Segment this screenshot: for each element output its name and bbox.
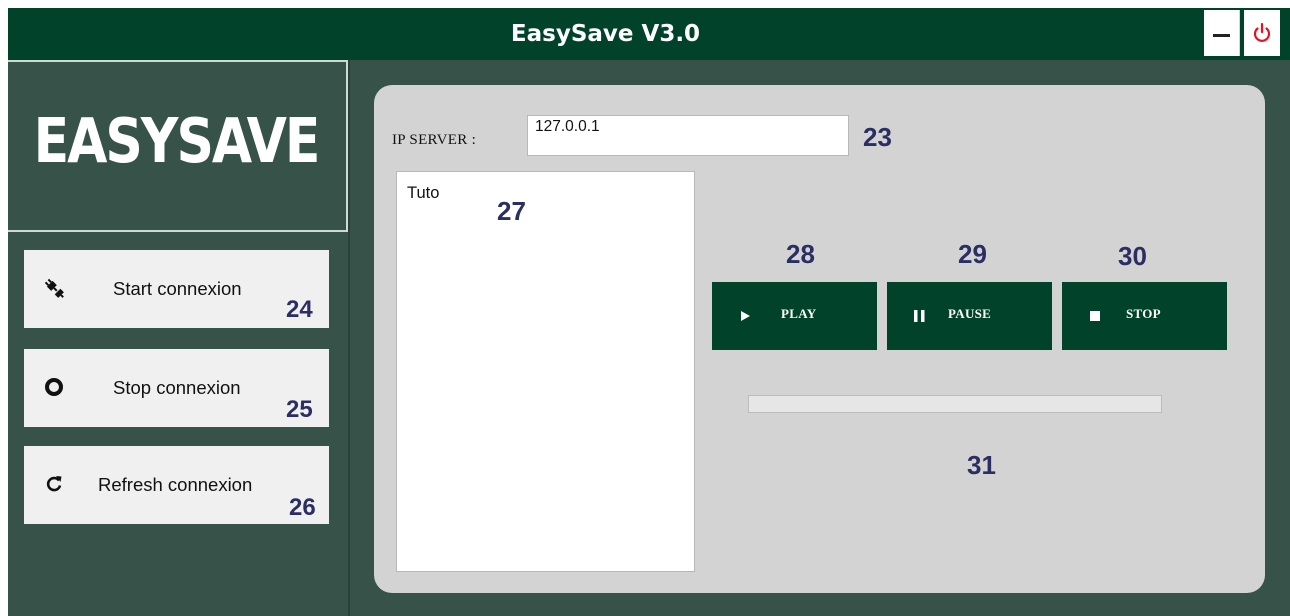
- progress-bar: [748, 395, 1162, 413]
- stop-connexion-label: Stop connexion: [113, 377, 241, 398]
- refresh-connexion-button[interactable]: Refresh connexion 26: [24, 446, 329, 524]
- pause-label: PAUSE: [948, 306, 992, 321]
- plug-icon: [44, 278, 64, 298]
- play-icon: [741, 311, 750, 321]
- marker-28: 28: [786, 239, 815, 269]
- start-connexion-label: Start connexion: [113, 278, 242, 299]
- refresh-icon: [46, 476, 62, 492]
- sidebar: EASYSAVE Start connexion 24 Stop connexi…: [8, 60, 350, 616]
- job-list[interactable]: Tuto: [396, 171, 695, 572]
- title-bar: EasySave V3.0: [8, 8, 1290, 60]
- stop-connexion-button[interactable]: Stop connexion 25: [24, 349, 329, 427]
- marker-31: 31: [967, 450, 996, 480]
- list-item[interactable]: Tuto: [407, 184, 439, 203]
- stop-circle-icon: [45, 378, 63, 396]
- close-button[interactable]: [1244, 10, 1280, 56]
- refresh-connexion-label: Refresh connexion: [98, 474, 253, 495]
- logo-box: EASYSAVE: [8, 60, 348, 232]
- app-window: EasySave V3.0 EASYSAVE Start connexion 2…: [8, 8, 1290, 616]
- marker-27: 27: [497, 196, 526, 226]
- marker-25: 25: [286, 396, 313, 423]
- window-title: EasySave V3.0: [510, 21, 701, 47]
- ip-server-label: IP SERVER :: [392, 132, 477, 148]
- ip-server-input[interactable]: 127.0.0.1: [527, 115, 849, 156]
- marker-29: 29: [958, 239, 987, 269]
- marker-30: 30: [1118, 241, 1147, 271]
- play-button[interactable]: PLAY: [712, 282, 877, 350]
- power-icon: [1253, 22, 1271, 42]
- app-logo: EASYSAVE: [33, 106, 321, 178]
- marker-26: 26: [289, 494, 316, 521]
- pause-button[interactable]: PAUSE: [887, 282, 1052, 350]
- main-panel: IP SERVER : 127.0.0.1 23 Tuto 27 28 29 3…: [374, 85, 1265, 593]
- stop-label: STOP: [1126, 306, 1161, 321]
- minimize-icon: [1213, 34, 1230, 37]
- play-label: PLAY: [781, 306, 817, 321]
- minimize-button[interactable]: [1204, 10, 1240, 56]
- pause-icon: [914, 310, 925, 322]
- start-connexion-button[interactable]: Start connexion 24: [24, 250, 329, 328]
- marker-24: 24: [286, 296, 313, 323]
- stop-button[interactable]: STOP: [1062, 282, 1227, 350]
- marker-23: 23: [863, 122, 892, 152]
- stop-icon: [1090, 311, 1100, 321]
